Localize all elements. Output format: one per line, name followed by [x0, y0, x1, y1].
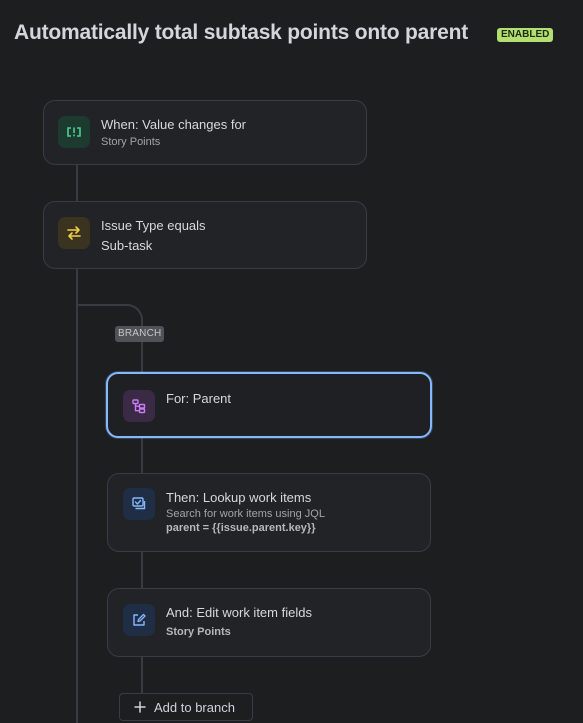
branch-for-parent-title: For: Parent	[166, 391, 232, 406]
field-value-icon	[58, 116, 90, 148]
status-badge: ENABLED	[497, 28, 554, 42]
edit-icon	[123, 604, 155, 636]
plus-icon	[134, 701, 146, 713]
condition-value: Sub-task	[101, 238, 153, 253]
branch-label: BRANCH	[115, 326, 165, 342]
branch-for-parent-card[interactable]: For: Parent	[106, 372, 432, 438]
lookup-work-items-card[interactable]: Then: Lookup work items Search for work …	[107, 473, 431, 552]
page-title: Automatically total subtask points onto …	[14, 21, 469, 44]
branch-connector-line	[141, 551, 143, 589]
lookup-icon	[123, 488, 155, 520]
main-connector-line	[76, 164, 78, 202]
edit-fields-title: And: Edit work item fields	[166, 605, 312, 620]
branch-connector-line	[141, 656, 143, 694]
condition-title: Issue Type equals	[101, 218, 206, 233]
edit-work-item-fields-card[interactable]: And: Edit work item fields Story Points	[107, 588, 431, 657]
add-to-branch-button[interactable]: Add to branch	[119, 693, 253, 721]
trigger-title: When: Value changes for	[101, 117, 247, 132]
edit-fields-subtitle: Story Points	[166, 626, 231, 638]
lookup-title: Then: Lookup work items	[166, 490, 312, 505]
add-to-branch-label: Add to branch	[154, 699, 235, 715]
trigger-subtitle: Story Points	[101, 136, 161, 148]
lookup-jql-query: parent = {{issue.parent.key}}	[166, 522, 316, 534]
branch-connector-line	[141, 437, 143, 474]
swap-arrows-icon	[58, 217, 90, 249]
lookup-subtitle: Search for work items using JQL	[166, 508, 325, 520]
condition-card[interactable]: Issue Type equals Sub-task	[43, 201, 367, 269]
trigger-card[interactable]: When: Value changes for Story Points	[43, 100, 367, 165]
hierarchy-icon	[123, 390, 155, 422]
main-connector-line	[76, 268, 78, 723]
